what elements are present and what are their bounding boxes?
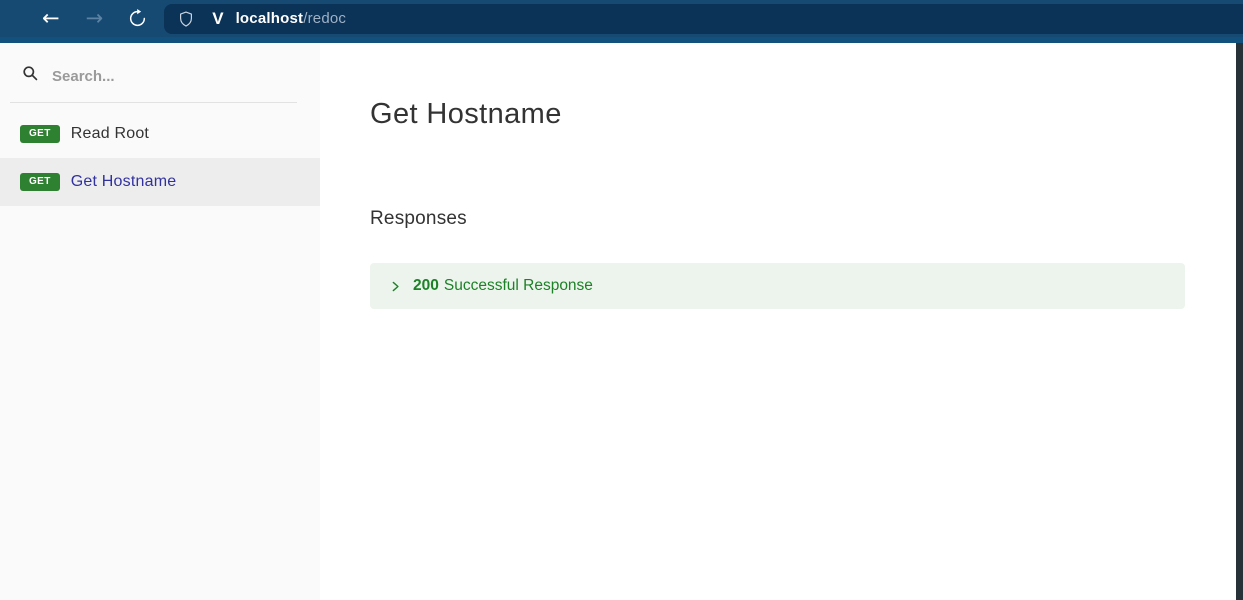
- url-bar[interactable]: V localhost/redoc: [164, 4, 1243, 34]
- get-method-badge: GET: [20, 173, 60, 191]
- code-samples-panel-edge: [1236, 43, 1243, 600]
- response-code: 200: [413, 277, 439, 294]
- url-path: /redoc: [303, 10, 346, 27]
- browser-toolbar: ← → V localhost/redoc: [0, 0, 1243, 37]
- sidebar-nav: GET Read Root GET Get Hostname: [0, 110, 320, 206]
- redoc-page: GET Read Root GET Get Hostname Get Hostn…: [0, 43, 1243, 600]
- reload-icon[interactable]: [127, 8, 148, 29]
- search-box[interactable]: [10, 57, 297, 103]
- search-icon: [22, 65, 39, 87]
- sidebar-item-label: Read Root: [71, 125, 149, 143]
- sidebar: GET Read Root GET Get Hostname: [0, 43, 320, 600]
- shield-icon[interactable]: [177, 9, 195, 29]
- forward-arrow-icon[interactable]: →: [86, 8, 104, 29]
- operation-title: Get Hostname: [370, 100, 1243, 129]
- url-host: localhost: [236, 10, 304, 27]
- chevron-right-icon: [389, 280, 402, 293]
- url-text[interactable]: localhost/redoc: [236, 10, 347, 27]
- response-description: Successful Response: [444, 277, 593, 294]
- search-input[interactable]: [52, 68, 272, 85]
- responses-heading: Responses: [370, 208, 1243, 230]
- sidebar-item-get-hostname[interactable]: GET Get Hostname: [0, 158, 320, 206]
- response-label: 200 Successful Response: [413, 277, 593, 295]
- back-arrow-icon[interactable]: ←: [42, 8, 60, 29]
- main-content: Get Hostname Responses 200 Successful Res…: [320, 43, 1243, 600]
- sidebar-item-label: Get Hostname: [71, 173, 177, 191]
- get-method-badge: GET: [20, 125, 60, 143]
- site-favicon: V: [212, 9, 223, 29]
- response-200-row[interactable]: 200 Successful Response: [370, 263, 1185, 309]
- sidebar-item-read-root[interactable]: GET Read Root: [0, 110, 320, 158]
